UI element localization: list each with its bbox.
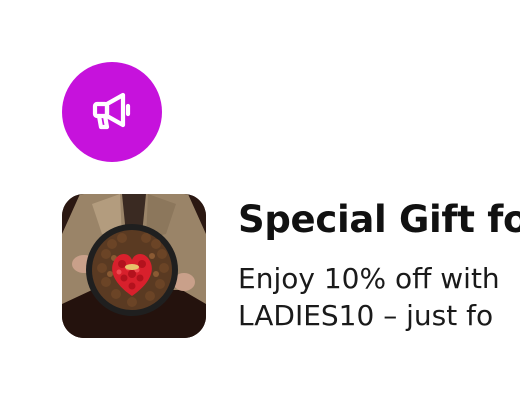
notification-text: Special Gift fo Enjoy 10% off with LADIE… [238,196,520,334]
gift-box-image [62,194,206,338]
notification-message: Enjoy 10% off with LADIES10 – just fo [238,260,520,334]
message-line-1: Enjoy 10% off with [238,262,500,295]
notification-card[interactable]: Special Gift fo Enjoy 10% off with LADIE… [0,0,520,400]
notification-title: Special Gift fo [238,198,520,241]
megaphone-icon [62,62,162,162]
message-line-2: LADIES10 – just fo [238,299,494,332]
